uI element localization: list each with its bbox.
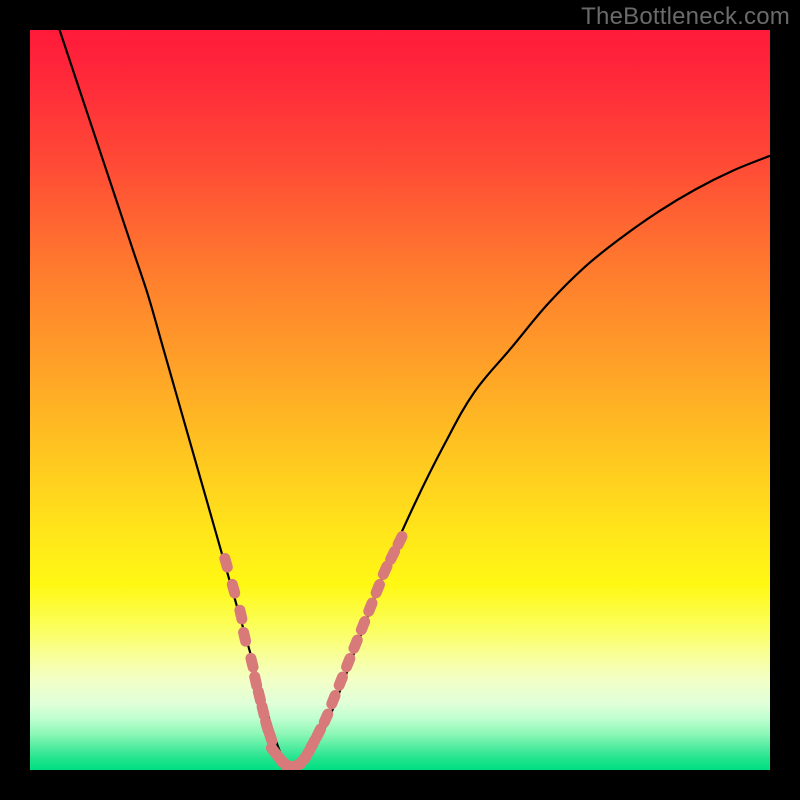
marker-left_cluster xyxy=(225,578,241,600)
marker-left_cluster xyxy=(233,604,248,626)
plot-area xyxy=(30,30,770,770)
marker-left_cluster xyxy=(218,552,234,574)
outer-frame: TheBottleneck.com xyxy=(0,0,800,800)
watermark-text: TheBottleneck.com xyxy=(581,3,790,31)
marker-right_cluster xyxy=(362,596,380,619)
marker-right_cluster xyxy=(347,633,365,656)
chart-svg xyxy=(30,30,770,770)
marker-right_cluster xyxy=(369,577,387,600)
marker-left_cluster xyxy=(237,626,252,648)
marker-left_cluster xyxy=(244,652,260,674)
marker-right_cluster xyxy=(354,614,372,637)
bottleneck-curve xyxy=(60,30,770,770)
